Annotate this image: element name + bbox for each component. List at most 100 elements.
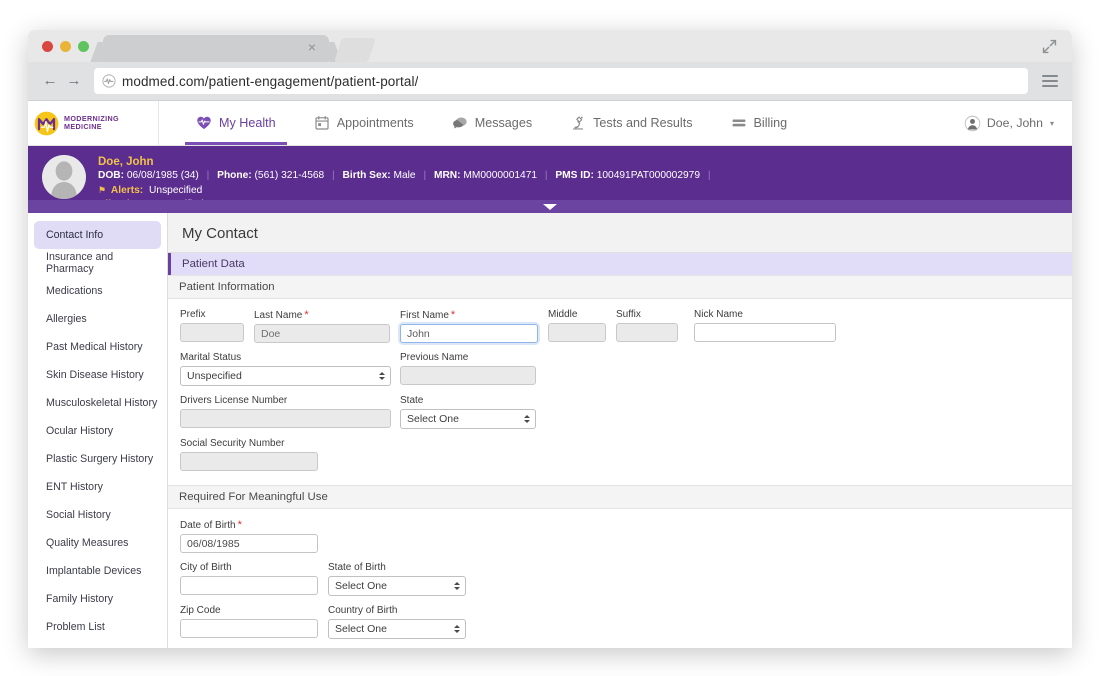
sidebar-item-medications[interactable]: Medications xyxy=(34,277,161,305)
state-of-birth-value: Select One xyxy=(335,580,387,592)
chevron-down-icon[interactable]: ▾ xyxy=(1050,119,1054,128)
user-menu[interactable]: Doe, John ▾ xyxy=(964,115,1054,132)
banner-expand-toggle[interactable] xyxy=(28,200,1072,213)
new-tab-button[interactable] xyxy=(334,38,376,62)
close-window-button[interactable] xyxy=(42,41,53,52)
city-of-birth-input[interactable] xyxy=(180,576,318,595)
main-content: My Contact Patient Data Patient Informat… xyxy=(168,213,1072,648)
back-icon[interactable]: ← xyxy=(42,73,58,89)
nav-tab-appointments[interactable]: Appointments xyxy=(311,101,417,145)
calendar-icon xyxy=(314,115,330,131)
middle-input[interactable] xyxy=(548,323,606,342)
field-suffix: Suffix xyxy=(616,309,694,342)
forward-icon[interactable]: → xyxy=(66,73,82,89)
sidebar-item-problem-list[interactable]: Problem List xyxy=(34,613,161,641)
date-of-birth-input[interactable]: 06/08/1985 xyxy=(180,534,318,553)
ssn-input[interactable] xyxy=(180,452,318,471)
sidebar-item-insurance-and-pharmacy[interactable]: Insurance and Pharmacy xyxy=(34,249,161,277)
first-name-input[interactable]: John xyxy=(400,324,538,343)
patient-name: Doe, John xyxy=(98,156,716,169)
field-label: Middle xyxy=(548,309,616,320)
brand-wordmark: MODERNIZING MEDICINE xyxy=(64,115,119,130)
close-icon[interactable]: × xyxy=(305,40,319,54)
patient-demographics-row: DOB: 06/08/1985 (34) | Phone: (561) 321-… xyxy=(98,169,716,183)
alerts-label: Alerts: xyxy=(111,185,143,196)
mrn-label: MRN: xyxy=(434,170,461,181)
browser-menu-icon[interactable] xyxy=(1042,75,1058,87)
dob-value: 06/08/1985 (34) xyxy=(127,170,199,181)
address-bar[interactable]: modmed.com/patient-engagement/patient-po… xyxy=(94,68,1028,94)
pms-id-label: PMS ID: xyxy=(555,170,594,181)
field-label-text: First Name xyxy=(400,310,449,321)
sidebar-item-ocular-history[interactable]: Ocular History xyxy=(34,417,161,445)
sidebar-item-contact-info[interactable]: Contact Info xyxy=(34,221,161,249)
required-asterisk: * xyxy=(304,309,308,321)
nav-tab-my-health[interactable]: My Health xyxy=(193,101,279,145)
field-date-of-birth: Date of Birth* 06/08/1985 xyxy=(180,519,328,553)
window-controls[interactable] xyxy=(42,41,89,52)
patient-data-card: Patient Data Patient Information Prefix … xyxy=(168,252,1072,648)
drivers-license-input[interactable] xyxy=(180,409,391,428)
site-favicon-icon xyxy=(102,74,116,88)
state-of-birth-select[interactable]: Select One xyxy=(328,576,466,596)
browser-tab[interactable]: × xyxy=(103,35,329,62)
patient-information-fields: Prefix Last Name* Doe First Name* John xyxy=(168,299,1072,485)
nav-tab-billing[interactable]: Billing xyxy=(728,101,791,145)
field-nick-name: Nick Name xyxy=(694,309,844,342)
previous-name-input[interactable] xyxy=(400,366,536,385)
field-label: Last Name* xyxy=(254,309,400,321)
field-zip-code: Zip Code xyxy=(180,605,328,638)
state-value: Select One xyxy=(407,413,459,425)
alerts-value: Unspecified xyxy=(149,185,202,196)
sidebar-item-implantable-devices[interactable]: Implantable Devices xyxy=(34,557,161,585)
nav-tab-messages[interactable]: Messages xyxy=(449,101,535,145)
sidebar-item-label: Past Medical History xyxy=(46,341,143,353)
sidebar-item-quality-measures[interactable]: Quality Measures xyxy=(34,529,161,557)
field-label: State of Birth xyxy=(328,562,476,573)
browser-nav-bar: ← → modmed.com/patient-engagement/patien… xyxy=(28,62,1072,101)
page-title: My Contact xyxy=(168,213,1072,252)
sidebar-item-ent-history[interactable]: ENT History xyxy=(34,473,161,501)
separator: | xyxy=(703,170,716,181)
marital-status-select[interactable]: Unspecified xyxy=(180,366,391,386)
sidebar-item-musculoskeletal-history[interactable]: Musculoskeletal History xyxy=(34,389,161,417)
maximize-window-button[interactable] xyxy=(78,41,89,52)
sidebar-item-social-history[interactable]: Social History xyxy=(34,501,161,529)
sidebar-item-label: Insurance and Pharmacy xyxy=(46,251,161,275)
nick-name-input[interactable] xyxy=(694,323,836,342)
prefix-input[interactable] xyxy=(180,323,244,342)
separator: | xyxy=(202,170,215,181)
stepper-arrows-icon xyxy=(379,372,385,380)
country-of-birth-select[interactable]: Select One xyxy=(328,619,466,639)
chevron-down-icon[interactable] xyxy=(543,204,557,210)
last-name-input[interactable]: Doe xyxy=(254,324,390,343)
field-city-of-birth: City of Birth xyxy=(180,562,328,595)
field-state-of-birth: State of Birth Select One xyxy=(328,562,476,596)
sidebar-item-family-history[interactable]: Family History xyxy=(34,585,161,613)
sidebar-item-label: Musculoskeletal History xyxy=(46,397,157,409)
heart-pulse-icon xyxy=(196,115,212,131)
birth-sex-value: Male xyxy=(394,170,416,181)
sidebar: Contact Info Insurance and Pharmacy Medi… xyxy=(28,213,168,648)
zip-code-input[interactable] xyxy=(180,619,318,638)
sidebar-item-past-medical-history[interactable]: Past Medical History xyxy=(34,333,161,361)
nav-tab-label: My Health xyxy=(219,116,276,130)
minimize-window-button[interactable] xyxy=(60,41,71,52)
field-drivers-license: Drivers License Number xyxy=(180,395,400,428)
suffix-input[interactable] xyxy=(616,323,678,342)
separator: | xyxy=(418,170,431,181)
sidebar-item-skin-disease-history[interactable]: Skin Disease History xyxy=(34,361,161,389)
expand-icon[interactable] xyxy=(1041,38,1058,55)
sidebar-item-allergies[interactable]: Allergies xyxy=(34,305,161,333)
sidebar-item-label: ENT History xyxy=(46,481,103,493)
nav-tab-tests-and-results[interactable]: Tests and Results xyxy=(567,101,695,145)
field-label: Nick Name xyxy=(694,309,844,320)
brand-logo[interactable]: MODERNIZING MEDICINE xyxy=(28,101,159,145)
field-label: Previous Name xyxy=(400,352,550,363)
user-menu-label: Doe, John xyxy=(987,116,1043,130)
browser-window: × ← → modmed.com/patient-engagement/pati… xyxy=(28,30,1072,648)
ssn-row: Social Security Number xyxy=(180,438,1072,471)
sidebar-item-plastic-surgery-history[interactable]: Plastic Surgery History xyxy=(34,445,161,473)
state-select[interactable]: Select One xyxy=(400,409,536,429)
modernizing-medicine-logo-icon xyxy=(34,111,59,136)
